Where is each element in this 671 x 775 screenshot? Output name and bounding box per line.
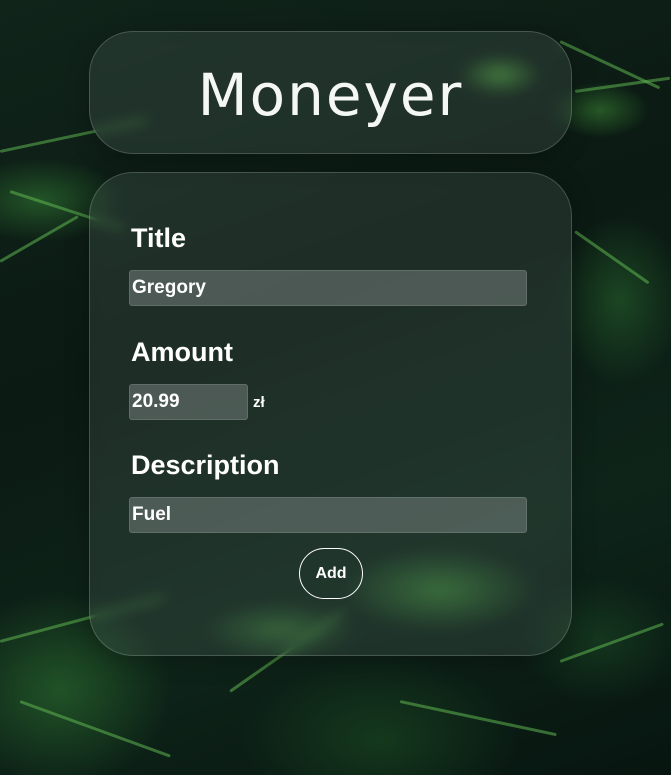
add-button[interactable]: Add: [299, 548, 363, 599]
expense-form-card: Title Gregory Amount 20.99 zł Descriptio…: [89, 172, 572, 656]
description-input-value: Fuel: [132, 504, 172, 525]
currency-label: zł: [253, 394, 265, 411]
title-label: Title: [131, 223, 187, 253]
description-input[interactable]: Fuel: [129, 497, 527, 533]
title-input[interactable]: Gregory: [129, 270, 527, 306]
amount-input-value: 20.99: [132, 391, 180, 412]
title-input-value: Gregory: [132, 277, 206, 298]
header-card: Moneyer: [89, 31, 572, 154]
description-label: Description: [131, 450, 280, 480]
amount-label: Amount: [131, 337, 233, 367]
app-title: Moneyer: [197, 60, 464, 129]
amount-input[interactable]: 20.99: [129, 384, 248, 420]
